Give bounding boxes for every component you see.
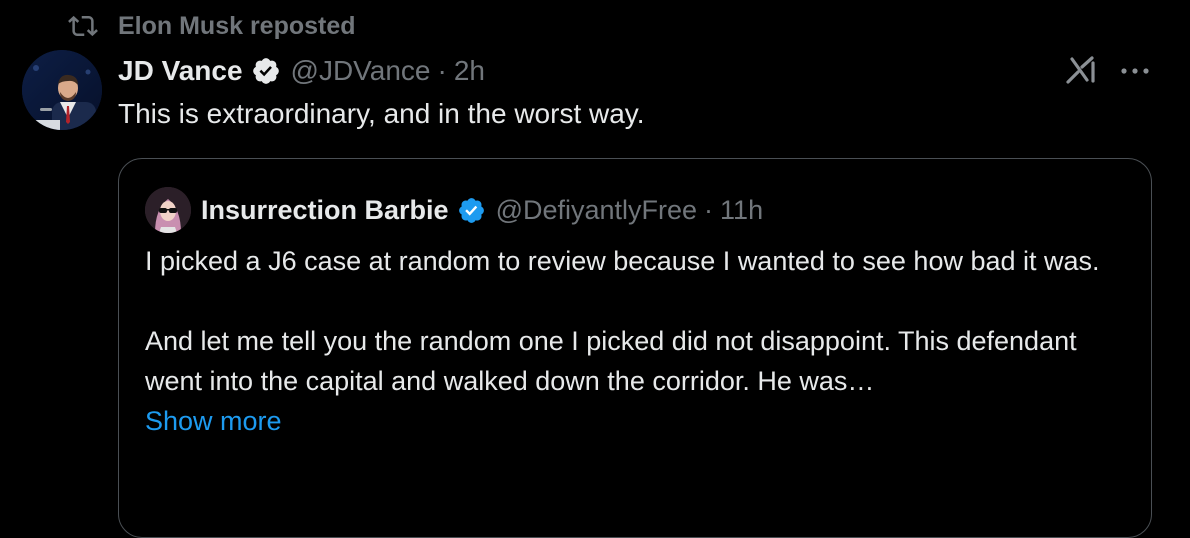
- tweet-header: JD Vance @JDVance · 2h: [118, 50, 485, 92]
- author-avatar[interactable]: [22, 50, 102, 130]
- grok-icon: [1065, 55, 1099, 90]
- more-options-icon: [1118, 63, 1152, 81]
- separator-dot: ·: [437, 55, 447, 86]
- quote-timestamp[interactable]: 11h: [720, 195, 763, 226]
- quote-paragraph-2: And let me tell you the random one I pic…: [145, 326, 1077, 396]
- quote-paragraph-1: I picked a J6 case at random to review b…: [145, 246, 1100, 276]
- tweet-text: This is extraordinary, and in the worst …: [118, 98, 645, 129]
- grok-button[interactable]: [1062, 52, 1102, 92]
- quote-separator-dot: ·: [704, 194, 714, 225]
- repost-icon: [66, 11, 100, 41]
- more-options-button[interactable]: [1113, 52, 1157, 92]
- author-handle[interactable]: @JDVance: [291, 55, 431, 87]
- quote-verified-badge-icon[interactable]: [457, 196, 486, 225]
- repost-indicator[interactable]: Elon Musk reposted: [66, 8, 356, 44]
- repost-label: Elon Musk reposted: [118, 11, 356, 40]
- quote-author-handle[interactable]: @DefiyantlyFree: [496, 195, 697, 226]
- verified-badge-icon[interactable]: [251, 56, 281, 86]
- quote-text: I picked a J6 case at random to review b…: [145, 241, 1135, 441]
- author-name[interactable]: JD Vance: [118, 55, 243, 87]
- quote-author-name[interactable]: Insurrection Barbie: [201, 195, 449, 226]
- show-more-link[interactable]: Show more: [145, 401, 1135, 441]
- quote-author-avatar: [145, 187, 191, 233]
- tweet-timestamp[interactable]: 2h: [454, 55, 485, 87]
- quote-header: Insurrection Barbie @DefiyantlyFree · 11…: [201, 189, 763, 231]
- quoted-tweet-card[interactable]: Insurrection Barbie @DefiyantlyFree · 11…: [118, 158, 1152, 538]
